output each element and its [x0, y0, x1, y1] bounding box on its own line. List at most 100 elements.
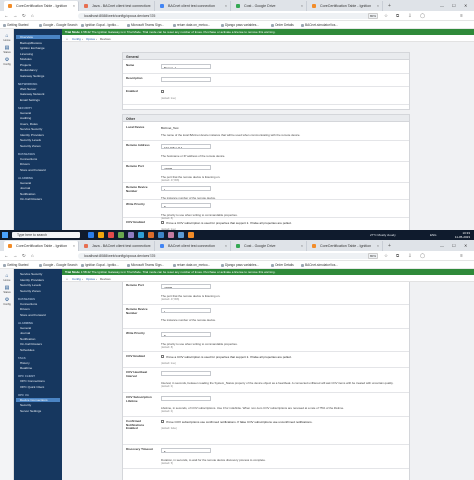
- checkbox[interactable]: [161, 420, 164, 423]
- downloads-icon[interactable]: ⇩: [408, 13, 412, 19]
- sidebar-item[interactable]: Connections: [20, 157, 37, 161]
- breadcrumb-opcua[interactable]: Opcua: [86, 37, 95, 41]
- forward-icon[interactable]: →: [13, 13, 17, 18]
- sidebar-item[interactable]: Notification: [20, 337, 35, 341]
- downloads-icon[interactable]: ⇩: [408, 253, 412, 259]
- close-tab-icon[interactable]: ×: [377, 4, 379, 8]
- maximize-icon[interactable]: ☐: [452, 3, 456, 8]
- sidebar-item[interactable]: Drivers: [20, 307, 30, 311]
- close-tab-icon[interactable]: ×: [149, 4, 151, 8]
- taskbar-app-icon[interactable]: [98, 232, 104, 238]
- new-tab-icon[interactable]: +: [388, 3, 391, 9]
- browser-tab[interactable]: BACnet client test connection ×: [156, 241, 231, 251]
- taskbar-app-icon[interactable]: [138, 232, 144, 238]
- close-window-icon[interactable]: ✕: [464, 3, 467, 8]
- sidebar-item[interactable]: Security Zones: [20, 144, 41, 148]
- rail-status-label[interactable]: Status: [0, 291, 14, 294]
- close-tab-icon[interactable]: ×: [301, 4, 303, 8]
- sidebar-item[interactable]: Service Security: [20, 127, 42, 131]
- sidebar-item[interactable]: Store and Forward: [20, 313, 46, 317]
- url-field[interactable]: localhost:8088/web/config/opcua.devices?…: [78, 253, 378, 259]
- close-tab-icon[interactable]: ×: [73, 4, 75, 8]
- sidebar-item[interactable]: Gateway Settings: [20, 74, 44, 78]
- star-icon[interactable]: ☆: [384, 13, 388, 19]
- browser-tab[interactable]: CoreCertification Table - Ignition ×: [4, 1, 79, 11]
- sidebar-item[interactable]: Device Connections: [16, 397, 60, 402]
- sidebar-item[interactable]: Modules: [20, 57, 32, 61]
- sidebar-item[interactable]: Gateway Network: [20, 92, 44, 96]
- sidebar-item[interactable]: OPC Quick Client: [20, 385, 44, 389]
- checkbox[interactable]: [161, 355, 164, 358]
- browser-tab[interactable]: CoreCertification Table - Ignition ×: [308, 1, 383, 11]
- close-tab-icon[interactable]: ×: [377, 244, 379, 248]
- rail-config-label[interactable]: Config: [0, 303, 14, 306]
- extensions-icon[interactable]: ⧉: [396, 13, 399, 18]
- bookmark-item[interactable]: BACnet-simulatorVos...: [301, 263, 338, 267]
- menu-icon[interactable]: ≡: [460, 253, 463, 258]
- text-input-field[interactable]: [161, 77, 211, 82]
- language-indicator[interactable]: ENG: [430, 233, 437, 237]
- sidebar-item[interactable]: Web Server: [20, 87, 36, 91]
- windows-start-icon[interactable]: [2, 232, 8, 238]
- zoom-level[interactable]: 80%: [368, 253, 378, 259]
- profile-icon[interactable]: ◯: [420, 13, 425, 19]
- sidebar-item[interactable]: Security Levels: [20, 283, 41, 287]
- checkbox[interactable]: [161, 221, 164, 224]
- sidebar-item[interactable]: Redundancy: [20, 68, 37, 72]
- text-input-field[interactable]: [161, 396, 211, 401]
- bookmark-item[interactable]: Getting Started: [3, 263, 28, 267]
- rail-config-label[interactable]: Config: [0, 63, 14, 66]
- sidebar-item[interactable]: Auditing: [20, 116, 31, 120]
- sidebar-item[interactable]: Licensing: [20, 52, 33, 56]
- extensions-icon[interactable]: ⧉: [396, 253, 399, 258]
- sidebar-item[interactable]: Security Levels: [20, 138, 41, 142]
- text-input-field[interactable]: Bacnet_1: [161, 64, 211, 69]
- close-tab-icon[interactable]: ×: [301, 244, 303, 248]
- sidebar-item[interactable]: On-Call Rosters: [20, 342, 42, 346]
- sidebar-item[interactable]: General: [20, 111, 31, 115]
- text-input-field[interactable]: [161, 371, 211, 376]
- taskbar-app-icon[interactable]: [108, 232, 114, 238]
- sidebar-item[interactable]: History: [20, 361, 30, 365]
- star-icon[interactable]: ☆: [384, 253, 388, 259]
- sidebar-item[interactable]: Overview: [16, 35, 60, 39]
- browser-tab[interactable]: CoreCertification Table - Ignition ×: [4, 241, 79, 251]
- sidebar-item[interactable]: Identity Providers: [20, 133, 44, 137]
- text-input-field[interactable]: 47808: [161, 284, 211, 289]
- browser-tab[interactable]: CoreCertification Table - Ignition ×: [308, 241, 383, 251]
- home-icon[interactable]: ⌂: [31, 13, 34, 18]
- sidebar-item[interactable]: Drivers: [20, 162, 30, 166]
- sidebar-item[interactable]: Schedules: [20, 348, 34, 352]
- sidebar-item[interactable]: Connections: [20, 302, 37, 306]
- browser-tab[interactable]: Cost - Google Drive ×: [232, 241, 307, 251]
- breadcrumb-config[interactable]: Config: [72, 277, 81, 281]
- taskbar-app-icon[interactable]: [88, 232, 94, 238]
- bookmark-item[interactable]: Ignition Gopal - Ignitio...: [81, 23, 119, 27]
- sidebar-item[interactable]: Email Settings: [20, 98, 40, 102]
- taskbar-search[interactable]: Type here to search: [12, 232, 80, 238]
- rail-home-label[interactable]: Home: [0, 279, 14, 282]
- sidebar-item[interactable]: Users, Roles: [20, 122, 38, 126]
- back-icon[interactable]: ←: [4, 13, 8, 18]
- sidebar-item[interactable]: Server Settings: [20, 409, 41, 413]
- text-input-field[interactable]: 5: [161, 448, 211, 453]
- browser-tab[interactable]: BACnet client test connection ×: [156, 1, 231, 11]
- sidebar-item[interactable]: Realtime: [20, 366, 32, 370]
- bookmark-item[interactable]: Django pass variables...: [221, 23, 259, 27]
- bookmark-item[interactable]: return data on_metoo...: [173, 23, 210, 27]
- sidebar-item[interactable]: Notification: [20, 192, 35, 196]
- text-input-field[interactable]: 8: [161, 332, 211, 337]
- reload-icon[interactable]: ↻: [22, 253, 26, 259]
- taskbar-app-icon[interactable]: [118, 232, 124, 238]
- sidebar-item[interactable]: Journal: [20, 331, 30, 335]
- sidebar-item[interactable]: OPC Connections: [20, 379, 45, 383]
- new-tab-icon[interactable]: +: [388, 243, 391, 249]
- menu-icon[interactable]: ≡: [460, 13, 463, 18]
- bookmark-item[interactable]: Microsoft Teams Sign...: [127, 23, 164, 27]
- sidebar-item[interactable]: General: [20, 181, 31, 185]
- sidebar-item[interactable]: Security Zones: [20, 289, 41, 293]
- bookmark-item[interactable]: Django pass variables...: [221, 263, 259, 267]
- url-field[interactable]: localhost:8088/web/config/opcua.devices?…: [78, 13, 378, 19]
- taskbar-app-icon[interactable]: [168, 232, 174, 238]
- profile-icon[interactable]: ◯: [420, 253, 425, 259]
